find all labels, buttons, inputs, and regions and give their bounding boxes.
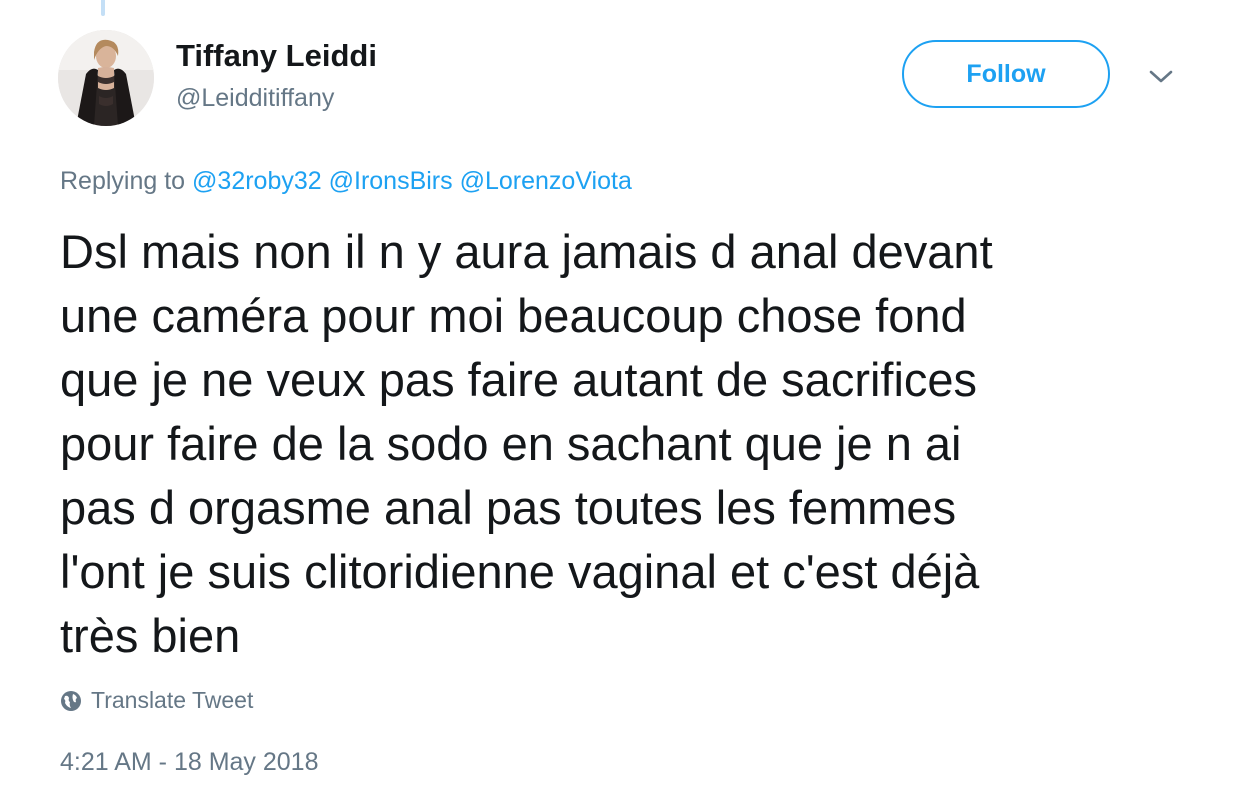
tweet-text-line: l'ont je suis clitoridienne vaginal et c… — [60, 545, 980, 598]
tweet-text-line: très bien — [60, 609, 241, 662]
tweet-timestamp[interactable]: 4:21 AM - 18 May 2018 — [60, 748, 318, 777]
profile-photo-icon — [58, 30, 154, 126]
author-handle[interactable]: @Leidditiffany — [176, 84, 334, 113]
tweet-text-line: pas d orgasme anal pas toutes les femmes — [60, 481, 957, 534]
avatar[interactable] — [58, 30, 154, 126]
mention-link[interactable]: @LorenzoViota — [460, 167, 632, 195]
tweet-text-line: que je ne veux pas faire autant de sacri… — [60, 353, 978, 406]
mention-link[interactable]: @32roby32 — [192, 167, 322, 195]
follow-button[interactable]: Follow — [902, 40, 1110, 108]
replying-to-label: Replying to — [60, 167, 186, 195]
mention-link[interactable]: @IronsBirs — [329, 167, 453, 195]
tweet-text-line: Dsl mais non il n y aura jamais d anal d… — [60, 225, 993, 278]
tweet-text: Dsl mais non il n y aura jamais d anal d… — [60, 220, 1190, 668]
tweet-text-line: pour faire de la sodo en sachant que je … — [60, 417, 962, 470]
author-display-name[interactable]: Tiffany Leiddi — [176, 38, 377, 74]
tweet-actions-menu[interactable] — [1146, 62, 1176, 92]
translate-tweet-link[interactable]: Translate Tweet — [60, 687, 253, 714]
translate-tweet-label: Translate Tweet — [91, 687, 254, 713]
thread-connector-line — [101, 0, 105, 16]
globe-icon — [60, 690, 82, 712]
chevron-down-icon — [1149, 70, 1173, 83]
tweet-text-line: une caméra pour moi beaucoup chose fond — [60, 289, 967, 342]
replying-to-line: Replying to @32roby32 @IronsBirs @Lorenz… — [60, 167, 632, 196]
